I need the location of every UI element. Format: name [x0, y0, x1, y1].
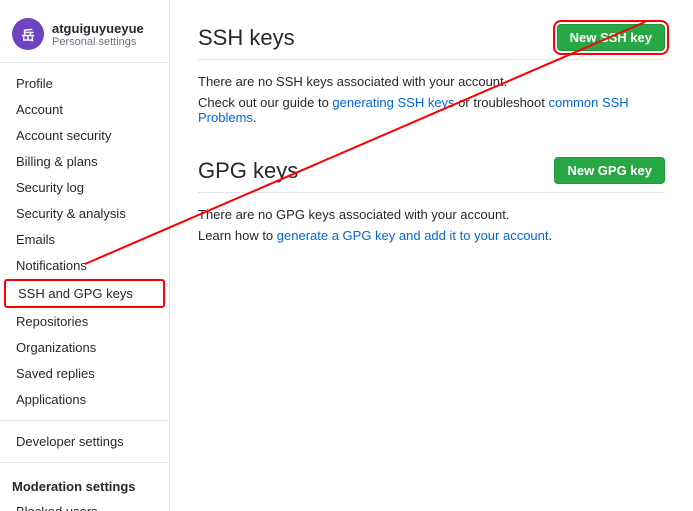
- avatar: 岳: [12, 18, 44, 50]
- ssh-no-keys-text: There are no SSH keys associated with yo…: [198, 74, 665, 89]
- sidebar-item-organizations[interactable]: Organizations: [4, 335, 165, 360]
- sidebar-item-billing[interactable]: Billing & plans: [4, 149, 165, 174]
- user-info: atguiguyueyue Personal settings: [52, 21, 144, 48]
- sidebar-item-repositories[interactable]: Repositories: [4, 309, 165, 334]
- sidebar-item-account[interactable]: Account: [4, 97, 165, 122]
- new-gpg-key-button[interactable]: New GPG key: [554, 157, 665, 184]
- sidebar-item-emails[interactable]: Emails: [4, 227, 165, 252]
- gpg-section-title: GPG keys: [198, 158, 298, 184]
- sidebar-item-notifications[interactable]: Notifications: [4, 253, 165, 278]
- ssh-title-row: SSH keys New SSH key: [198, 24, 665, 60]
- ssh-section-title: SSH keys: [198, 25, 295, 51]
- sidebar-item-ssh-gpg[interactable]: SSH and GPG keys: [4, 279, 165, 308]
- sidebar-item-profile[interactable]: Profile: [4, 71, 165, 96]
- sidebar-item-saved-replies[interactable]: Saved replies: [4, 361, 165, 386]
- sidebar-item-security-log[interactable]: Security log: [4, 175, 165, 200]
- gpg-title-row: GPG keys New GPG key: [198, 157, 665, 193]
- user-profile-section: 岳 atguiguyueyue Personal settings: [0, 10, 169, 63]
- main-content: SSH keys New SSH key There are no SSH ke…: [170, 0, 693, 511]
- sidebar-item-security-analysis[interactable]: Security & analysis: [4, 201, 165, 226]
- gpg-learn-text: Learn how to generate a GPG key and add …: [198, 228, 665, 243]
- sidebar-divider-2: [0, 462, 169, 463]
- new-ssh-key-button[interactable]: New SSH key: [557, 24, 665, 51]
- sidebar-item-account-security[interactable]: Account security: [4, 123, 165, 148]
- sidebar: 岳 atguiguyueyue Personal settings Profil…: [0, 0, 170, 511]
- gpg-no-keys-text: There are no GPG keys associated with yo…: [198, 207, 665, 222]
- sidebar-divider-1: [0, 420, 169, 421]
- ssh-keys-section: SSH keys New SSH key There are no SSH ke…: [198, 24, 665, 125]
- personal-settings-label: Personal settings: [52, 36, 144, 48]
- username: atguiguyueyue: [52, 21, 144, 36]
- sidebar-item-applications[interactable]: Applications: [4, 387, 165, 412]
- moderation-settings-label: Moderation settings: [0, 471, 169, 498]
- sidebar-item-developer-settings[interactable]: Developer settings: [4, 429, 165, 454]
- generate-gpg-key-link[interactable]: generate a GPG key and add it to your ac…: [277, 228, 549, 243]
- sidebar-item-blocked-users[interactable]: Blocked users: [4, 499, 165, 511]
- gpg-keys-section: GPG keys New GPG key There are no GPG ke…: [198, 157, 665, 243]
- generating-ssh-keys-link[interactable]: generating SSH keys: [332, 95, 454, 110]
- ssh-guide-text: Check out our guide to generating SSH ke…: [198, 95, 665, 125]
